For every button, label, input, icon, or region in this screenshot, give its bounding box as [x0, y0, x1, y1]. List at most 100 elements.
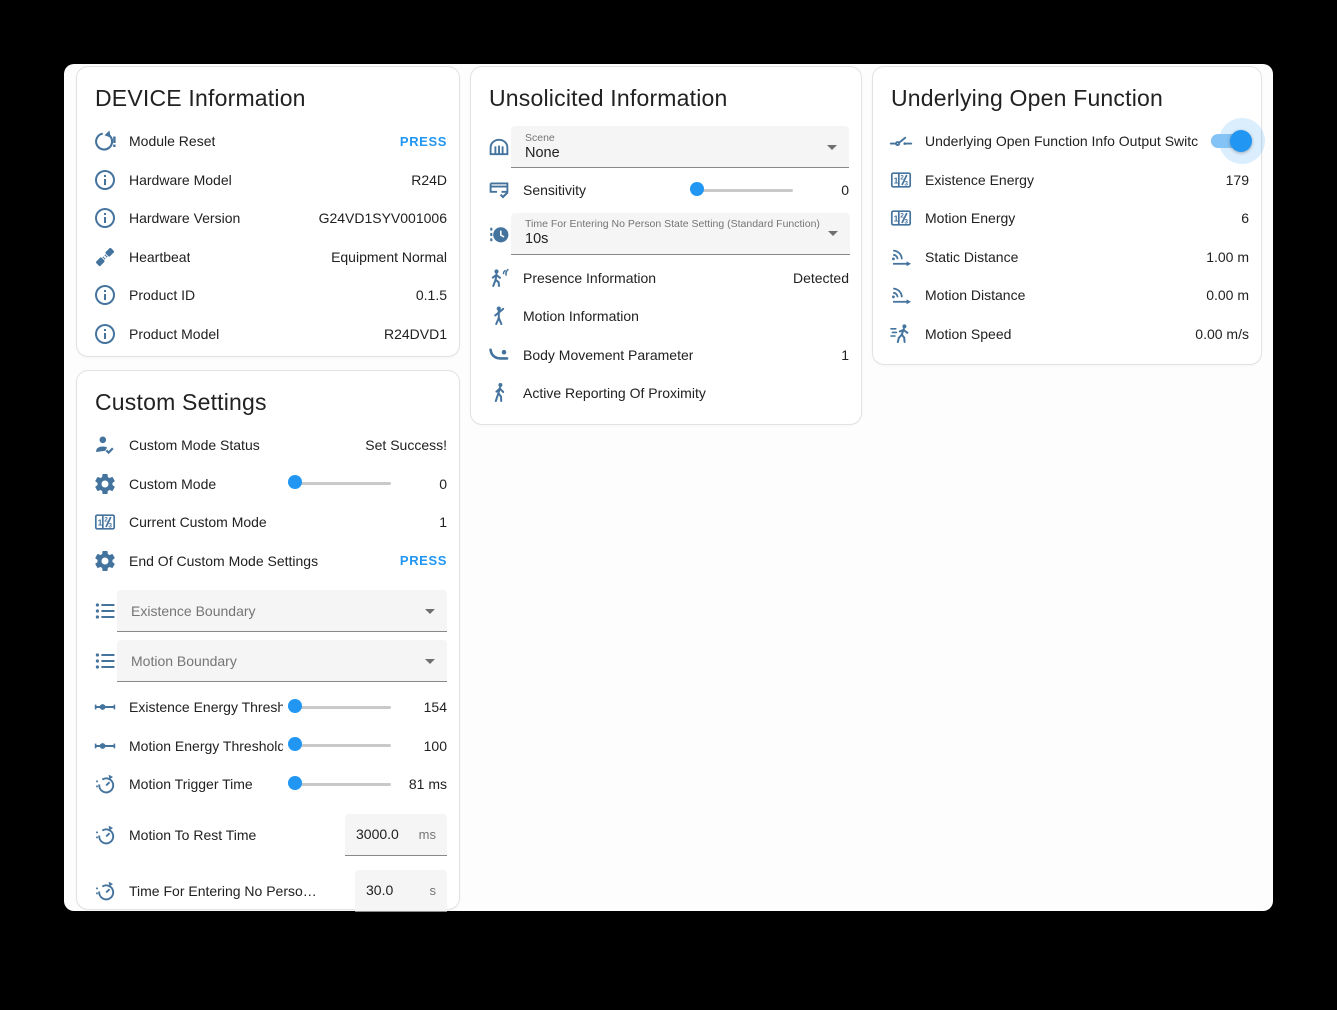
- select-label: Existence Boundary: [131, 603, 417, 619]
- row-motion-information: Motion Information: [487, 297, 849, 336]
- select-label: Scene: [525, 132, 819, 145]
- row-label: Underlying Open Function Info Output Swi…: [925, 133, 1199, 149]
- custom-mode-slider[interactable]: [295, 477, 391, 491]
- progress-clock-icon: [487, 222, 511, 246]
- row-hardware-model: Hardware Model R24D: [93, 161, 447, 200]
- input-unit: s: [416, 883, 437, 898]
- row-label: Motion Trigger Time: [129, 776, 253, 792]
- existence-boundary-select[interactable]: Existence Boundary: [117, 590, 447, 632]
- row-motion-speed: Motion Speed 0.00 m/s: [889, 315, 1249, 354]
- list-icon: [93, 649, 117, 673]
- select-label: Motion Boundary: [131, 653, 417, 669]
- account-check-icon: [93, 433, 117, 457]
- threshold-icon: [93, 734, 117, 758]
- row-motion-boundary: Motion Boundary: [93, 640, 447, 682]
- motion-to-rest-time-input[interactable]: 3000.0 ms: [345, 814, 447, 856]
- row-motion-trigger-time: Motion Trigger Time 81 ms: [93, 765, 447, 804]
- connection-icon: [93, 245, 117, 269]
- slider-thumb[interactable]: [288, 475, 302, 489]
- chevron-down-icon: [827, 145, 837, 150]
- row-value: Detected: [793, 270, 849, 286]
- chevron-down-icon: [828, 231, 838, 236]
- threshold-icon: [93, 695, 117, 719]
- row-motion-distance: Motion Distance 0.00 m: [889, 276, 1249, 315]
- body-movement-icon: [487, 343, 511, 367]
- row-label: Motion To Rest Time: [129, 827, 256, 843]
- row-label: Heartbeat: [129, 249, 190, 265]
- slider-value: 0: [401, 476, 447, 492]
- signal-distance-icon: [889, 245, 913, 269]
- row-custom-mode: Custom Mode 0: [93, 465, 447, 504]
- card-underlying-open-function: Underlying Open Function Underlying Open…: [872, 66, 1262, 365]
- row-product-id: Product ID 0.1.5: [93, 276, 447, 315]
- row-label: Product Model: [129, 326, 219, 342]
- row-value: 1: [439, 514, 447, 530]
- row-value: G24VD1SYV001006: [319, 210, 447, 226]
- slider-thumb[interactable]: [288, 699, 302, 713]
- timer-icon: [93, 823, 117, 847]
- row-product-model: Product Model R24DVD1: [93, 315, 447, 354]
- row-existence-energy: Existence Energy 179: [889, 161, 1249, 200]
- select-label: Time For Entering No Person State Settin…: [525, 218, 820, 231]
- row-value: 6: [1241, 210, 1249, 226]
- row-body-movement-parameter: Body Movement Parameter 1: [487, 336, 849, 375]
- row-value: Equipment Normal: [331, 249, 447, 265]
- row-label: Product ID: [129, 287, 195, 303]
- motion-energy-threshold-slider[interactable]: [295, 739, 391, 753]
- row-value: 0.00 m: [1206, 287, 1249, 303]
- card-unsolicited-information: Unsolicited Information Scene None Sensi…: [470, 66, 862, 425]
- row-motion-to-rest-time: Motion To Rest Time 3000.0 ms: [93, 810, 447, 860]
- row-label: Current Custom Mode: [129, 514, 267, 530]
- sensitivity-slider[interactable]: [697, 183, 793, 197]
- scene-select[interactable]: Scene None: [511, 126, 849, 168]
- row-label: Module Reset: [129, 133, 215, 149]
- slider-thumb[interactable]: [288, 776, 302, 790]
- row-hardware-version: Hardware Version G24VD1SYV001006: [93, 199, 447, 238]
- row-label: Sensitivity: [523, 182, 586, 198]
- row-current-custom-mode: Current Custom Mode 1: [93, 503, 447, 542]
- select-value: None: [525, 145, 819, 162]
- row-label: Motion Speed: [925, 326, 1011, 342]
- motion-boundary-select[interactable]: Motion Boundary: [117, 640, 447, 682]
- restart-alert-icon: [93, 129, 117, 153]
- row-label: Existence Energy Threshold: [129, 699, 283, 715]
- row-label: Body Movement Parameter: [523, 347, 693, 363]
- input-value[interactable]: 30.0: [366, 882, 393, 898]
- card-custom-settings: Custom Settings Custom Mode Status Set S…: [76, 370, 460, 910]
- counter-icon: [93, 510, 117, 534]
- info-output-toggle[interactable]: [1211, 131, 1249, 151]
- row-existence-energy-threshold: Existence Energy Threshold 154: [93, 688, 447, 727]
- row-label: Presence Information: [523, 270, 656, 286]
- walk-icon: [487, 381, 511, 405]
- existence-energy-threshold-slider[interactable]: [295, 700, 391, 714]
- slider-thumb[interactable]: [288, 737, 302, 751]
- row-time-no-person-standard: Time For Entering No Person State Settin…: [487, 213, 849, 255]
- time-entering-no-person-input[interactable]: 30.0 s: [355, 870, 447, 912]
- timer-icon: [93, 879, 117, 903]
- row-label: Existence Energy: [925, 172, 1034, 188]
- slider-thumb[interactable]: [690, 182, 704, 196]
- counter-icon: [889, 206, 913, 230]
- electric-switch-icon: [889, 129, 913, 153]
- input-value[interactable]: 3000.0: [356, 826, 399, 842]
- card-title: DEVICE Information: [95, 85, 447, 112]
- row-label: Static Distance: [925, 249, 1018, 265]
- row-motion-energy-threshold: Motion Energy Threshold 100: [93, 727, 447, 766]
- human-greeting-icon: [487, 304, 511, 328]
- press-button[interactable]: PRESS: [400, 134, 447, 149]
- row-sensitivity: Sensitivity 0: [487, 171, 849, 210]
- card-title: Custom Settings: [95, 389, 447, 416]
- row-value: 179: [1226, 172, 1249, 188]
- row-value: R24DVD1: [384, 326, 447, 342]
- row-time-entering-no-person: Time For Entering No Perso… 30.0 s: [93, 866, 447, 916]
- motion-trigger-time-slider[interactable]: [295, 777, 391, 791]
- chevron-down-icon: [425, 659, 435, 664]
- chevron-down-icon: [425, 609, 435, 614]
- row-module-reset: Module Reset PRESS: [93, 122, 447, 161]
- time-no-person-select[interactable]: Time For Entering No Person State Settin…: [511, 213, 850, 255]
- press-button[interactable]: PRESS: [400, 553, 447, 568]
- information-icon: [93, 168, 117, 192]
- slider-value: 154: [401, 699, 447, 715]
- row-info-output-switch: Underlying Open Function Info Output Swi…: [889, 122, 1249, 161]
- row-label: Motion Energy: [925, 210, 1015, 226]
